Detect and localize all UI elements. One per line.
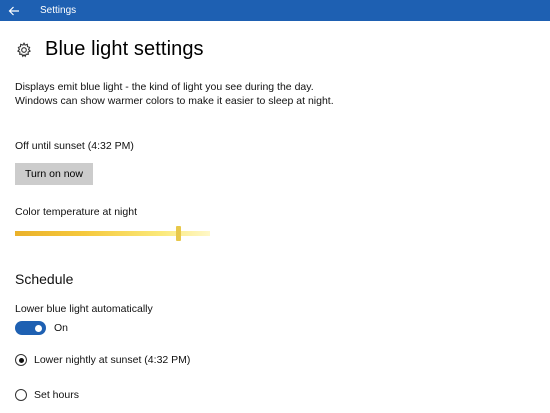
turn-on-now-button[interactable]: Turn on now — [15, 163, 93, 185]
toggle-knob — [35, 324, 42, 332]
schedule-heading: Schedule — [15, 271, 74, 287]
slider-thumb[interactable] — [176, 226, 182, 241]
radio-button[interactable] — [15, 389, 27, 401]
radio-selected-dot — [18, 357, 24, 363]
radio-label: Lower nightly at sunset (4:32 PM) — [34, 354, 191, 366]
title-bar: Settings — [0, 0, 550, 21]
status-text: Off until sunset (4:32 PM) — [15, 140, 134, 152]
auto-schedule-label: Lower blue light automatically — [15, 303, 153, 315]
radio-button[interactable] — [15, 354, 27, 366]
color-temperature-label: Color temperature at night — [15, 206, 137, 218]
radio-sunset-option[interactable]: Lower nightly at sunset (4:32 PM) — [15, 354, 190, 366]
radio-label: Set hours — [34, 389, 79, 401]
auto-schedule-toggle-row: On — [15, 321, 68, 335]
page-title: Blue light settings — [45, 38, 204, 60]
page-header: Blue light settings — [15, 38, 204, 61]
window-title: Settings — [40, 5, 77, 16]
auto-schedule-toggle[interactable] — [15, 321, 46, 335]
radio-set-hours-option[interactable]: Set hours — [15, 389, 79, 401]
back-button[interactable] — [0, 0, 28, 21]
toggle-state-text: On — [54, 322, 69, 334]
back-arrow-icon — [8, 6, 19, 15]
description-text: Displays emit blue light - the kind of l… — [15, 81, 334, 107]
gear-icon — [15, 41, 33, 59]
